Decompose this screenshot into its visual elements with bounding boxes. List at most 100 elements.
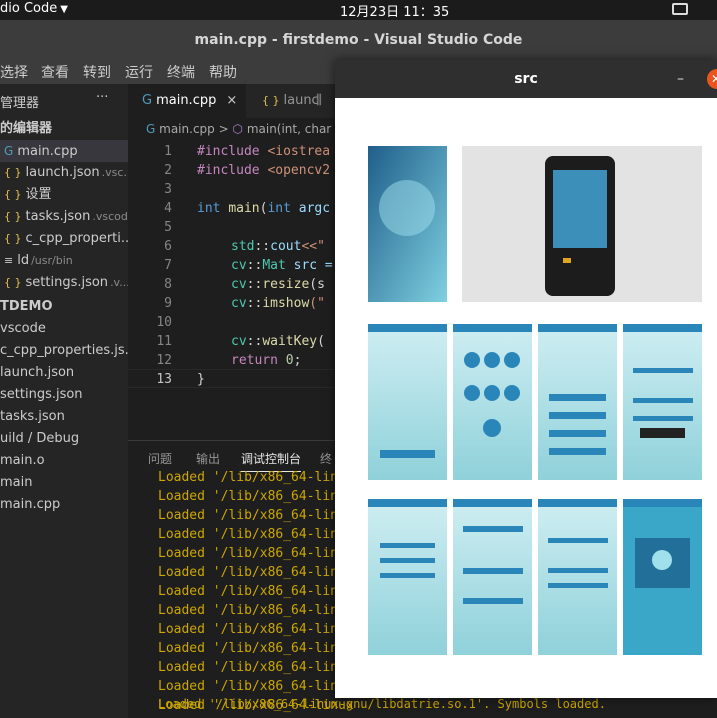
line-number: 7 xyxy=(164,258,172,273)
tab-label: launc xyxy=(283,93,319,108)
close-icon[interactable]: × xyxy=(226,93,237,108)
tree-item-build-debug[interactable]: uild / Debug xyxy=(0,428,128,450)
file-path: /usr/bin xyxy=(31,254,73,267)
code-token: ( xyxy=(317,334,325,349)
open-editors-header[interactable]: 的编辑器 xyxy=(0,118,128,140)
code-editor[interactable]: 1 #include <iostrea 2 #include <opencv2 3 … xyxy=(128,140,340,440)
method-icon: ⬡ xyxy=(232,122,243,136)
tab-output[interactable]: 输出 xyxy=(196,450,220,467)
more-actions-icon[interactable]: ··· xyxy=(96,90,108,105)
code-token: :: xyxy=(246,296,263,311)
open-editor-item[interactable]: ≡ ld/usr/bin xyxy=(0,250,128,272)
menu-terminal[interactable]: 终端 xyxy=(167,62,195,82)
breadcrumb-symbol[interactable]: main(int, char xyxy=(247,122,331,136)
clock[interactable]: 12月23日 11：35 xyxy=(340,1,449,20)
code-token: cv xyxy=(231,258,247,273)
json-file-icon: { } xyxy=(4,210,22,223)
code-token: src = xyxy=(285,258,333,273)
code-token: #include xyxy=(197,163,260,178)
open-editor-item[interactable]: Gmain.cpp xyxy=(0,140,128,162)
code-token: waitKey xyxy=(262,334,318,349)
open-editor-item[interactable]: { } settings.json .v... xyxy=(0,272,128,294)
code-token: return xyxy=(231,353,278,368)
tree-item-launch[interactable]: launch.json xyxy=(0,362,128,384)
file-name: settings.json xyxy=(25,275,109,290)
code-line: 3 xyxy=(128,180,340,199)
battery-icon[interactable] xyxy=(672,3,688,15)
tree-item-main-o[interactable]: main.o xyxy=(0,450,128,472)
json-file-icon: { } xyxy=(4,166,22,179)
open-editor-item[interactable]: { }tasks.json.vscode xyxy=(0,206,128,228)
tree-item-main[interactable]: main xyxy=(0,472,128,494)
code-line: 10 xyxy=(128,313,340,332)
tree-item-vscode[interactable]: vscode xyxy=(0,318,128,340)
split-editor-icon[interactable]: ⫼ xyxy=(316,84,336,118)
code-token: int xyxy=(197,201,221,216)
app-screen-thumbnail xyxy=(538,499,617,655)
menu-selection[interactable]: 选择 xyxy=(0,62,28,82)
tree-item-c-cpp-properties[interactable]: c_cpp_properties.js... xyxy=(0,340,128,362)
minimize-button[interactable]: – xyxy=(677,60,684,98)
json-file-icon: { } xyxy=(4,188,22,201)
workspace-folder-header[interactable]: TDEMO xyxy=(0,296,128,318)
menu-help[interactable]: 帮助 xyxy=(209,62,237,82)
breadcrumb-file[interactable]: main.cpp xyxy=(159,122,215,136)
code-line: 1 #include <iostrea xyxy=(128,142,340,161)
code-token: cout xyxy=(270,239,302,254)
menu-bar: 选择 查看 转到 运行 终端 帮助 xyxy=(0,60,340,84)
cpp-file-icon: G xyxy=(146,122,156,136)
tree-item-settings[interactable]: settings.json xyxy=(0,384,128,406)
json-file-icon: { } xyxy=(4,232,22,245)
file-path: .vsc... xyxy=(101,166,128,179)
code-token: argc xyxy=(290,201,331,216)
log-line: Loaded '/lib/x86_64-linux xyxy=(158,622,354,637)
log-line: Loaded '/lib/x86_64-linux xyxy=(158,527,354,542)
caret-down-icon: ▼ xyxy=(60,4,68,15)
file-name: ld xyxy=(17,253,30,268)
tree-item-tasks[interactable]: tasks.json xyxy=(0,406,128,428)
app-screen-thumbnail xyxy=(623,324,702,480)
code-token: Mat xyxy=(262,258,286,273)
opencv-image-window[interactable]: src – ✕ xyxy=(335,60,717,698)
tab-terminal[interactable]: 终 xyxy=(320,450,332,467)
explorer-title: 管理器 xyxy=(0,96,40,111)
code-token: <iostrea xyxy=(259,144,331,159)
tab-label: main.cpp xyxy=(156,93,217,108)
open-editor-item[interactable]: { } 设置 xyxy=(0,184,128,206)
open-editor-item[interactable]: { }launch.json.vsc... xyxy=(0,162,128,184)
tab-main-cpp[interactable]: Gmain.cpp × xyxy=(128,84,246,118)
file-name: tasks.json xyxy=(25,209,91,224)
code-line: 9 cv::imshow(" xyxy=(128,294,340,313)
code-line: 4 int main(int argc xyxy=(128,199,340,218)
line-number: 1 xyxy=(164,144,172,159)
code-token: cv xyxy=(231,277,247,292)
code-line-current: 13} xyxy=(128,369,340,388)
code-token: resize xyxy=(262,277,310,292)
code-token: } xyxy=(197,372,205,387)
code-token: cv xyxy=(231,296,247,311)
app-name: dio Code xyxy=(0,1,58,16)
explorer-header: 管理器 ··· xyxy=(0,90,128,111)
code-line: 5 xyxy=(128,218,340,237)
line-number: 8 xyxy=(164,277,172,292)
tab-problems[interactable]: 问题 xyxy=(148,450,172,467)
tree-item-main-cpp[interactable]: main.cpp xyxy=(0,494,128,516)
handheld-device-photo xyxy=(462,146,702,302)
line-number: 9 xyxy=(164,296,172,311)
file-path: .vscode xyxy=(92,210,128,223)
code-token: <opencv2 xyxy=(259,163,331,178)
line-number: 12 xyxy=(156,353,172,368)
menu-go[interactable]: 转到 xyxy=(83,62,111,82)
log-line: Loaded '/lib/x86_64-linux xyxy=(158,508,354,523)
open-editor-item[interactable]: { } c_cpp_properti... xyxy=(0,228,128,250)
system-top-bar: dio Code ▼ 12月23日 11：35 xyxy=(0,0,717,20)
menu-run[interactable]: 运行 xyxy=(125,62,153,82)
active-app-menu[interactable]: dio Code ▼ xyxy=(0,1,68,16)
file-name: launch.json xyxy=(25,165,100,180)
line-number: 5 xyxy=(164,220,172,235)
line-number: 3 xyxy=(164,182,172,197)
menu-view[interactable]: 查看 xyxy=(41,62,69,82)
tab-launch[interactable]: { } launc xyxy=(248,84,320,118)
tab-debug-console[interactable]: 调试控制台 xyxy=(241,450,302,472)
log-line: Loaded '/lib/x86_64-linux xyxy=(158,546,354,561)
